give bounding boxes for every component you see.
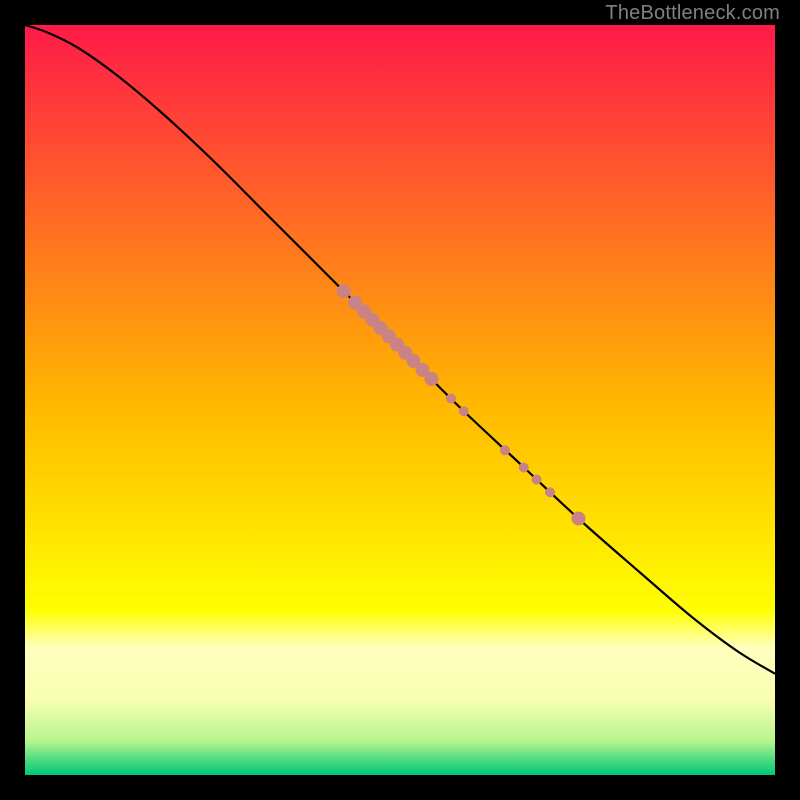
- data-point: [500, 445, 510, 455]
- data-point: [572, 512, 586, 526]
- data-point: [532, 475, 542, 485]
- chart-svg: [25, 25, 775, 775]
- chart-plot-area: [25, 25, 775, 775]
- data-point: [446, 394, 456, 404]
- data-point: [459, 406, 469, 416]
- data-point: [425, 372, 439, 386]
- chart-frame: TheBottleneck.com: [0, 0, 800, 800]
- data-point: [519, 463, 529, 473]
- chart-background: [25, 25, 775, 775]
- data-point: [545, 487, 555, 497]
- data-point: [337, 284, 351, 298]
- watermark-text: TheBottleneck.com: [605, 2, 780, 25]
